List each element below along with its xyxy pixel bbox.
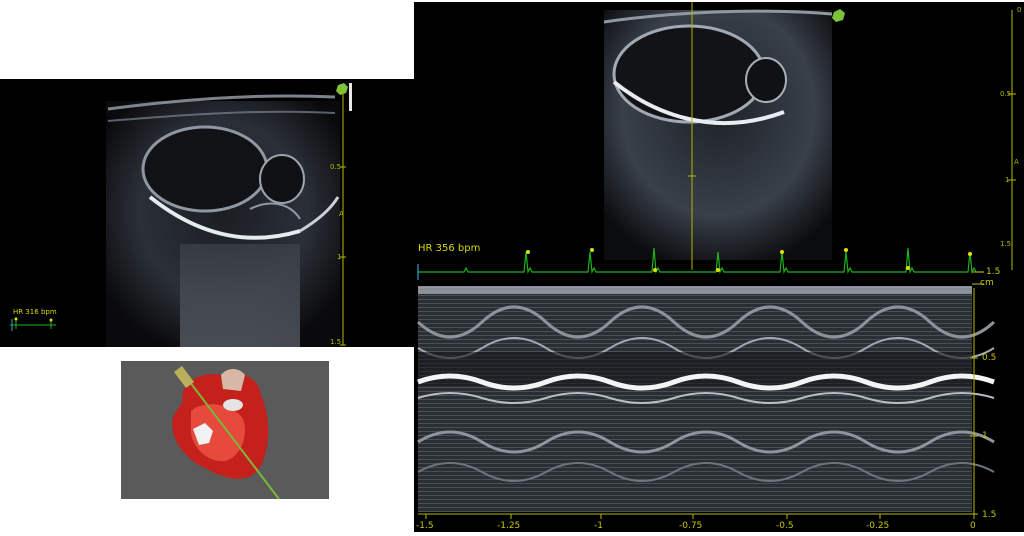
- left-bmode-image: [10, 83, 352, 347]
- time-tick-2: -1: [594, 521, 603, 531]
- left-depth-tick-0: 0.5: [330, 163, 342, 171]
- bmode-depth-tick-2: 1: [1005, 176, 1010, 184]
- time-tick-5: -0.25: [866, 521, 890, 531]
- mmode-depth-tick-2: 1: [982, 431, 988, 441]
- right-ultrasound-image: [416, 2, 1016, 519]
- bmode-depth-tick-0: 0: [1017, 6, 1022, 14]
- time-tick-1: -1.25: [497, 521, 521, 531]
- left-depth-tick-2: 1.5: [330, 338, 342, 346]
- heart-model-graphic: [172, 366, 280, 500]
- time-tick-3: -0.75: [679, 521, 703, 531]
- time-axis-ticks: [425, 514, 975, 519]
- mmode-trace: [416, 286, 996, 512]
- probe-orientation-icon: [832, 9, 845, 22]
- left-bmode-panel[interactable]: 0.5 A 1 1.5 HR 316 bpm: [0, 79, 414, 347]
- left-axis-marker: A: [339, 210, 344, 218]
- heart-3d-model[interactable]: [121, 361, 329, 500]
- bmode-depth-tick-1: 0.5: [1000, 90, 1012, 98]
- time-tick-4: -0.5: [776, 521, 794, 531]
- probe-orientation-icon: [336, 83, 348, 95]
- right-mmode-panel[interactable]: 0 0.5 A 1 1.5 HR 356 bpm 1.5 cm 0.5 1 1.…: [414, 2, 1024, 532]
- left-hr-label: HR 316 bpm: [13, 308, 57, 316]
- mmode-depth-tick-top: 1.5: [986, 267, 1001, 277]
- bmode-axis-marker: A: [1014, 158, 1019, 166]
- left-ecg-trace: [10, 317, 56, 331]
- bmode-depth-tick-3: 1.5: [1000, 240, 1012, 248]
- mmode-unit-label: cm: [980, 278, 994, 288]
- time-tick-0: -1.5: [416, 521, 434, 531]
- right-hr-label: HR 356 bpm: [418, 243, 481, 254]
- left-depth-tick-1: 1: [337, 253, 342, 261]
- mmode-depth-tick-3: 1.5: [982, 510, 997, 520]
- time-tick-6: 0: [970, 521, 976, 531]
- mmode-depth-tick-1: 0.5: [982, 353, 997, 363]
